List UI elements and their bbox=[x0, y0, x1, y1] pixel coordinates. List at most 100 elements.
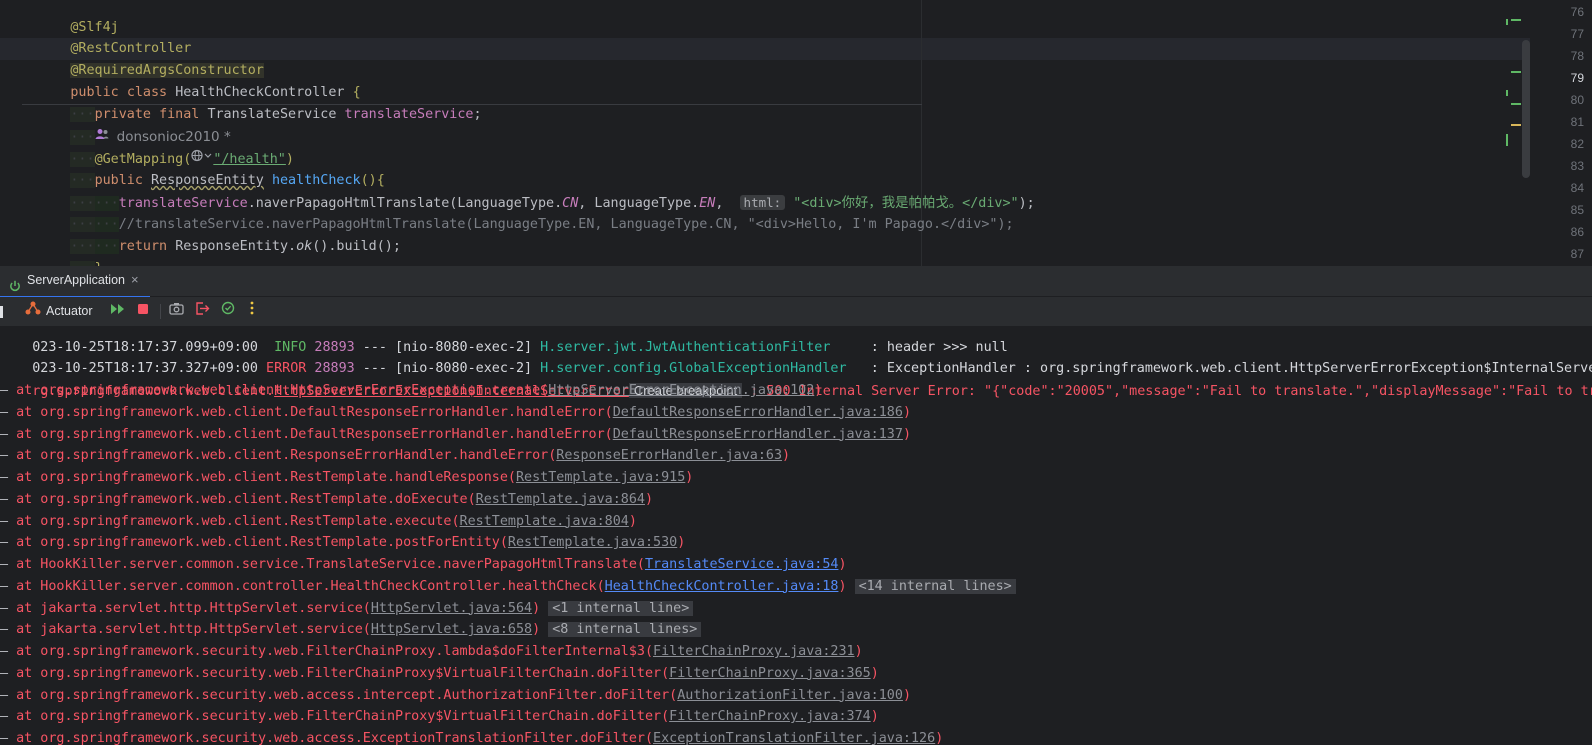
frame-close-paren: ) bbox=[935, 731, 944, 745]
line-number: 87 bbox=[1570, 247, 1584, 261]
frame-close-paren: ) bbox=[628, 513, 637, 529]
line-number: 77 bbox=[1570, 27, 1584, 41]
frame-source-link[interactable]: RestTemplate.java:864 bbox=[476, 492, 645, 507]
tab-server-application[interactable]: ServerApplication × bbox=[0, 266, 150, 298]
run-toolbar: Actuator bbox=[0, 297, 1592, 326]
frame-indent: — bbox=[0, 513, 9, 529]
field-name: translateService bbox=[344, 107, 474, 122]
frame-source-link[interactable]: RestTemplate.java:530 bbox=[508, 535, 677, 550]
close-icon[interactable]: × bbox=[131, 266, 139, 294]
frame-source-link[interactable]: FilterChainProxy.java:365 bbox=[669, 666, 871, 681]
rerun-icon bbox=[110, 297, 126, 326]
stack-frame: — at HookKiller.server.common.controller… bbox=[0, 576, 1016, 598]
static-method: ok bbox=[296, 239, 313, 254]
code-line-82[interactable]: ···public ResponseEntity healthCheck(){ bbox=[22, 148, 385, 188]
actuator-tab[interactable]: Actuator bbox=[25, 297, 93, 326]
line-number: 83 bbox=[1570, 159, 1584, 173]
code-area[interactable]: @Slf4j @RestController @RequiredArgsCons… bbox=[0, 0, 1530, 266]
frame-method: at org.springframework.security.web.Filt… bbox=[16, 709, 670, 725]
frame-method: at org.springframework.web.client.RestTe… bbox=[16, 535, 508, 551]
frame-indent: — bbox=[0, 404, 9, 420]
frame-source-link[interactable]: HttpServerErrorException.java:102 bbox=[548, 383, 814, 398]
frame-method: at org.springframework.web.client.Defaul… bbox=[16, 426, 613, 442]
code-line-79[interactable]: public class HealthCheckController { bbox=[22, 60, 360, 100]
frame-source-link[interactable]: FilterChainProxy.java:374 bbox=[669, 709, 871, 724]
code-line-86[interactable]: ···} bbox=[22, 236, 103, 266]
frame-indent: — bbox=[0, 470, 9, 485]
stop-icon bbox=[137, 297, 149, 326]
line-number: 84 bbox=[1570, 181, 1584, 195]
line-number-gutter[interactable]: 76 77 78 79 80 81 82 83 84 85 86 87 bbox=[1530, 0, 1592, 266]
toolbar-separator bbox=[160, 304, 161, 319]
editor-scrollbar[interactable] bbox=[1522, 40, 1530, 178]
frame-method: at org.springframework.security.web.acce… bbox=[16, 731, 654, 745]
frame-method: at org.springframework.web.client.Defaul… bbox=[16, 404, 613, 420]
console-output[interactable]: 023-10-25T18:17:37.099+09:00 INFO 28893 … bbox=[0, 326, 1592, 745]
line-number: 78 bbox=[1570, 49, 1584, 63]
exit-button[interactable] bbox=[195, 297, 211, 326]
stack-frame: — at org.springframework.security.web.Fi… bbox=[0, 663, 879, 685]
frame-source-link[interactable]: HttpServlet.java:658 bbox=[371, 622, 532, 637]
frame-source-link[interactable]: RestTemplate.java:915 bbox=[516, 470, 685, 485]
code-line-84[interactable]: ······//translateService.naverPapagoHtml… bbox=[22, 192, 1014, 232]
frame-source-link[interactable]: DefaultResponseErrorHandler.java:137 bbox=[613, 427, 903, 442]
frame-close-paren: ) bbox=[814, 383, 823, 398]
code-line-83[interactable]: ······translateService.naverPapagoHtmlTr… bbox=[22, 170, 1035, 211]
line-number: 81 bbox=[1570, 115, 1584, 129]
frame-method: at HookKiller.server.common.controller.H… bbox=[16, 578, 605, 594]
dump-threads-button[interactable] bbox=[169, 297, 185, 326]
code-line-80[interactable]: ···private final TranslateService transl… bbox=[22, 82, 482, 122]
frame-close-paren: ) bbox=[677, 535, 686, 551]
frame-source-link[interactable]: HealthCheckController.java:18 bbox=[605, 579, 839, 594]
frame-source-link[interactable]: HttpServlet.java:564 bbox=[371, 601, 532, 616]
debug-button[interactable] bbox=[221, 297, 237, 326]
frame-indent: — bbox=[0, 600, 9, 616]
frame-source-link[interactable]: DefaultResponseErrorHandler.java:186 bbox=[613, 405, 903, 420]
code-line-85[interactable]: ······return ResponseEntity.ok().build()… bbox=[22, 214, 401, 254]
more-options-button[interactable] bbox=[250, 297, 260, 326]
debug-icon bbox=[221, 297, 235, 326]
frame-source-link[interactable]: ExceptionTranslationFilter.java:126 bbox=[653, 731, 935, 745]
stack-frame: — at org.springframework.security.web.ac… bbox=[0, 685, 911, 707]
author-inlay[interactable]: ··· donsonioc2010 * bbox=[22, 104, 231, 145]
code-line-81[interactable]: ···@GetMapping("/health") bbox=[22, 126, 294, 167]
stack-frame: — at HookKiller.server.common.service.Tr… bbox=[0, 554, 847, 576]
frame-close-paren: ) bbox=[902, 426, 911, 442]
frame-source-link[interactable]: FilterChainProxy.java:231 bbox=[653, 644, 855, 659]
frame-indent: — bbox=[0, 426, 9, 442]
code-editor[interactable]: @Slf4j @RestController @RequiredArgsCons… bbox=[0, 0, 1592, 266]
stack-frame: — at org.springframework.web.client.Resp… bbox=[0, 445, 790, 467]
internal-lines-fold[interactable]: <14 internal lines> bbox=[854, 578, 1016, 594]
frame-source-link[interactable]: ResponseErrorHandler.java:63 bbox=[556, 448, 782, 463]
stop-button[interactable] bbox=[137, 297, 151, 326]
code-line-77[interactable]: @RestController bbox=[22, 16, 191, 56]
frame-method: at org.springframework.web.client.RestTe… bbox=[16, 491, 476, 507]
power-icon bbox=[9, 274, 21, 292]
console-tab-fragment[interactable] bbox=[0, 297, 4, 326]
line-number: 80 bbox=[1570, 93, 1584, 107]
frame-indent: — bbox=[0, 709, 9, 725]
frame-source-link[interactable]: RestTemplate.java:804 bbox=[460, 514, 629, 529]
line-number: 79 bbox=[1570, 71, 1584, 85]
frame-indent: — bbox=[0, 578, 9, 594]
line-number: 82 bbox=[1570, 137, 1584, 151]
frame-method: at org.springframework.web.client.RestTe… bbox=[16, 470, 516, 485]
internal-lines-fold[interactable]: <8 internal lines> bbox=[548, 622, 702, 638]
frame-indent: — bbox=[0, 535, 9, 551]
code-line-78[interactable]: @RequiredArgsConstructor bbox=[22, 38, 264, 78]
code-line-76[interactable]: @Slf4j bbox=[22, 0, 118, 35]
frame-close-paren: ) bbox=[902, 687, 911, 703]
frame-close-paren: ) bbox=[782, 448, 791, 464]
stack-frame: — at org.springframework.security.web.Fi… bbox=[0, 641, 863, 663]
frame-source-link[interactable]: AuthorizationFilter.java:100 bbox=[677, 688, 903, 703]
frame-source-link[interactable]: TranslateService.java:54 bbox=[645, 557, 838, 572]
frame-method: at org.springframework.security.web.acce… bbox=[16, 687, 678, 703]
frame-indent: — bbox=[0, 557, 9, 572]
code-text: ResponseEntity. bbox=[175, 239, 297, 254]
rerun-button[interactable] bbox=[110, 297, 126, 326]
actuator-icon bbox=[25, 297, 41, 326]
change-marker bbox=[1506, 90, 1508, 96]
internal-lines-fold[interactable]: <1 internal line> bbox=[548, 600, 694, 616]
frame-close-paren: ) bbox=[870, 665, 879, 681]
code-text: ().build(); bbox=[312, 239, 401, 254]
